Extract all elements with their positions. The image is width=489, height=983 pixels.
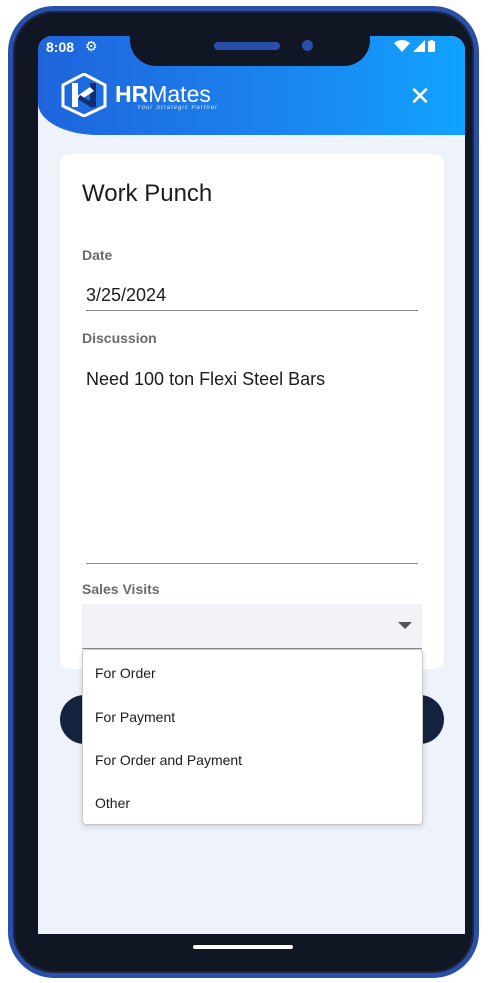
dropdown-arrow-icon [398, 622, 412, 629]
sales-visits-dropdown-menu: For Order For Payment For Order and Paym… [82, 649, 423, 825]
battery-icon [428, 40, 435, 52]
date-underline [86, 310, 418, 311]
work-punch-card: Work Punch Date 3/25/2024 Discussion Nee… [60, 154, 444, 669]
discussion-field[interactable]: Need 100 ton Flexi Steel Bars [86, 369, 325, 390]
app-screen: 8:08 ⚙ HRMates Your Strategic Partner ✕ … [38, 36, 465, 934]
settings-status-icon: ⚙ [85, 38, 98, 54]
brand-tagline: Your Strategic Partner [137, 105, 219, 111]
hrmates-logo-icon [61, 73, 107, 117]
sales-visits-label: Sales Visits [82, 581, 160, 597]
sales-visits-select[interactable] [82, 604, 422, 649]
brand-wordmark: HRMates Your Strategic Partner [115, 82, 218, 111]
wifi-icon [394, 40, 410, 52]
date-label: Date [82, 247, 113, 263]
status-icons [394, 40, 435, 52]
discussion-underline [86, 563, 418, 564]
status-time: 8:08 [46, 39, 75, 55]
home-indicator[interactable] [193, 945, 293, 949]
brand-bold: HR [115, 81, 149, 107]
date-field[interactable]: 3/25/2024 [86, 285, 166, 306]
dropdown-option-for-order[interactable]: For Order [95, 665, 156, 681]
front-camera [302, 40, 313, 51]
brand-light: Mates [148, 81, 211, 107]
dropdown-option-for-payment[interactable]: For Payment [95, 709, 175, 725]
camera-notch [130, 36, 370, 66]
signal-icon [413, 40, 425, 52]
close-icon[interactable]: ✕ [406, 82, 434, 110]
discussion-label: Discussion [82, 330, 157, 346]
page-title: Work Punch [82, 180, 213, 207]
dropdown-option-other[interactable]: Other [95, 795, 130, 811]
dropdown-option-for-order-and-payment[interactable]: For Order and Payment [95, 752, 242, 768]
speaker-grille [214, 42, 280, 50]
